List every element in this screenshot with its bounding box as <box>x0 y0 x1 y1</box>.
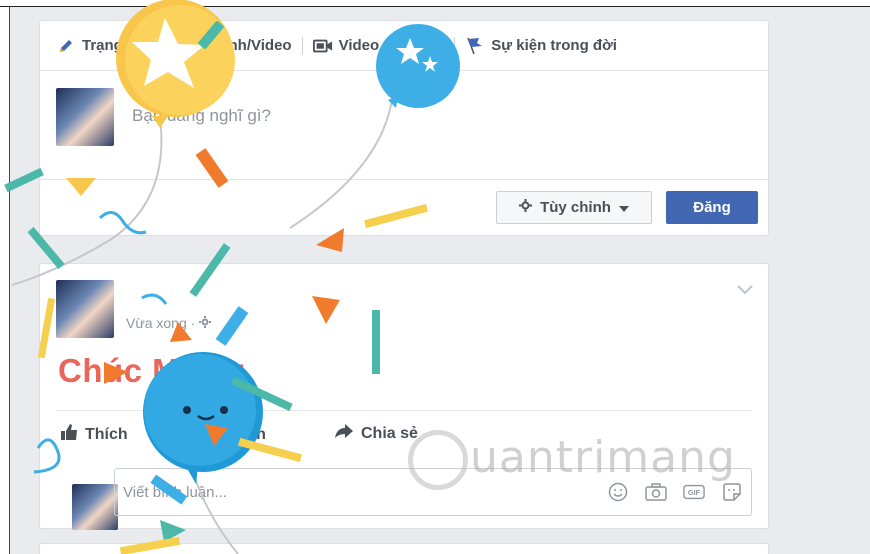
comment-button[interactable]: Bình luận <box>168 423 266 446</box>
post-composer: Trạng thái Ảnh/Video Video trực tiếp Sự … <box>39 20 769 236</box>
svg-text:GIF: GIF <box>688 488 701 497</box>
comment-placeholder: Viết bình luận... <box>123 484 227 501</box>
tab-photo-video-label: Ảnh/Video <box>217 37 292 54</box>
customize-button[interactable]: Tùy chỉnh <box>496 191 652 224</box>
tab-live-video-label: Video trực tiếp <box>338 37 445 54</box>
post-meta: Vừa xong · <box>126 315 212 331</box>
avatar[interactable] <box>72 484 118 530</box>
gear-icon <box>519 199 533 216</box>
like-button[interactable]: Thích <box>60 423 128 446</box>
tab-status[interactable]: Trạng thái <box>56 37 154 55</box>
watermark-text: uantrimang <box>470 432 736 483</box>
share-label: Chia sẻ <box>361 424 418 442</box>
share-button[interactable]: Chia sẻ <box>334 423 418 444</box>
like-label: Thích <box>85 425 128 443</box>
tab-status-label: Trạng thái <box>82 37 154 54</box>
share-arrow-icon <box>334 423 354 444</box>
comment-label: Bình luận <box>193 425 266 443</box>
comment-tools: GIF <box>607 481 743 503</box>
post-content: Chúc Mừng <box>58 352 246 389</box>
avatar[interactable] <box>56 280 114 338</box>
chevron-down-icon[interactable] <box>736 284 754 296</box>
video-camera-icon <box>312 37 333 55</box>
next-post-card <box>39 543 769 554</box>
post-button[interactable]: Đăng <box>666 191 758 224</box>
tab-live-video[interactable]: Video trực tiếp <box>312 37 445 55</box>
avatar[interactable] <box>56 88 114 146</box>
composer-input[interactable]: Bạn đang nghĩ gì? <box>132 106 271 126</box>
tab-life-event[interactable]: Sự kiện trong đời <box>465 37 617 55</box>
sticker-icon[interactable] <box>721 481 743 503</box>
post-time[interactable]: Vừa xong · <box>126 315 195 331</box>
feed-post: Vừa xong · Chúc Mừng Thích Bình luận Chi… <box>39 263 769 530</box>
privacy-gear-icon[interactable] <box>199 315 212 331</box>
composer-footer: Tùy chỉnh Đăng <box>40 179 768 236</box>
tab-life-event-label: Sự kiện trong đời <box>491 37 617 54</box>
photo-icon <box>192 37 212 55</box>
post-author-name[interactable] <box>126 286 130 302</box>
tab-photo-video[interactable]: Ảnh/Video <box>192 37 292 55</box>
watermark-logo-icon <box>408 430 468 490</box>
window-top-edge <box>0 0 870 7</box>
comment-icon <box>168 423 186 446</box>
tab-divider <box>454 36 456 55</box>
tab-divider <box>301 36 303 55</box>
thumbs-up-icon <box>60 423 78 446</box>
window-left-edge <box>0 7 10 554</box>
pencil-icon <box>56 37 76 55</box>
customize-label: Tùy chỉnh <box>540 199 611 216</box>
flag-icon <box>465 37 485 55</box>
caret-down-icon <box>618 199 629 216</box>
camera-icon[interactable] <box>645 481 667 503</box>
emoji-icon[interactable] <box>607 481 629 503</box>
composer-tabs: Trạng thái Ảnh/Video Video trực tiếp Sự … <box>40 21 768 71</box>
gif-icon[interactable]: GIF <box>683 481 705 503</box>
composer-body[interactable]: Bạn đang nghĩ gì? <box>40 71 768 179</box>
